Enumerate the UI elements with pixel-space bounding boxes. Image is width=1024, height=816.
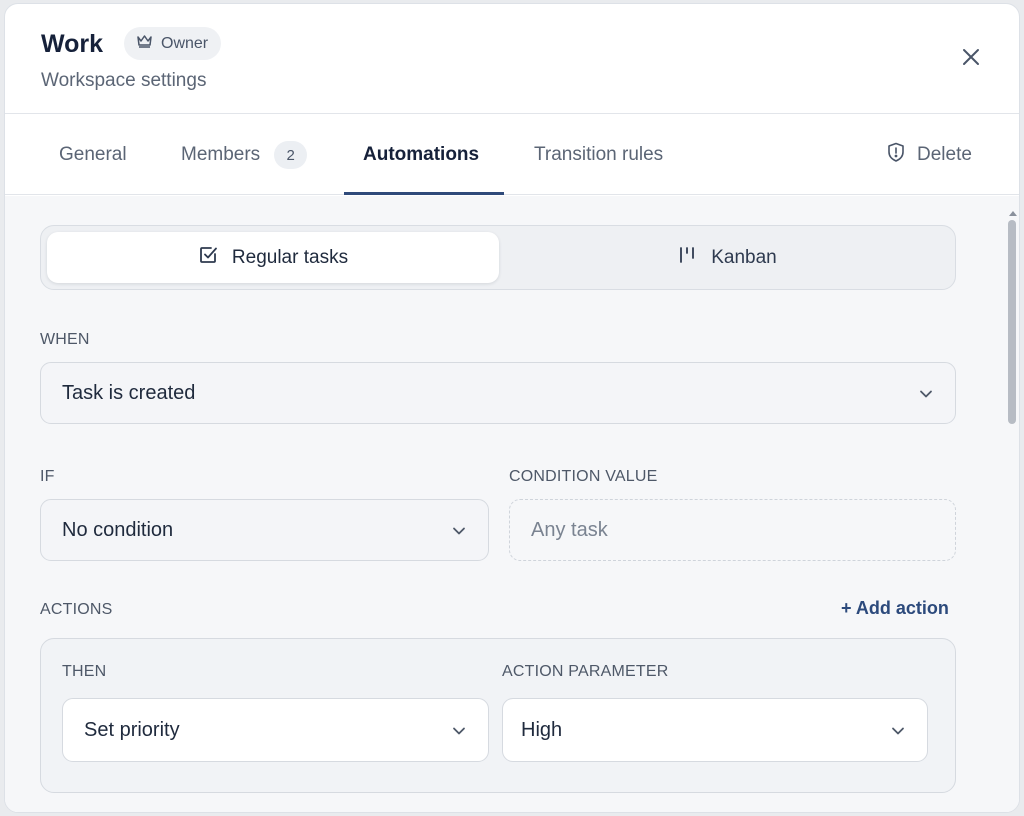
tab-general[interactable]: General — [59, 115, 127, 195]
close-button[interactable] — [953, 41, 989, 77]
condition-value-placeholder: Any task — [531, 518, 608, 541]
tab-members-label: Members — [181, 144, 261, 165]
scrollbar[interactable] — [1005, 196, 1019, 812]
kanban-label: Kanban — [711, 246, 777, 268]
owner-badge: Owner — [124, 27, 222, 60]
kanban-icon — [677, 245, 697, 271]
delete-button[interactable]: Delete — [887, 115, 972, 195]
if-label: IF — [40, 468, 55, 485]
workspace-title: Work — [41, 30, 104, 58]
action-parameter-value: High — [521, 718, 563, 741]
action-parameter-select[interactable]: High — [502, 698, 928, 762]
chevron-down-icon — [891, 719, 905, 742]
action-card: THEN Set priority ACTION PARAMETER High — [40, 638, 956, 793]
chevron-down-icon — [452, 719, 466, 742]
shield-icon — [887, 142, 905, 169]
then-value: Set priority — [84, 718, 180, 741]
members-count-badge: 2 — [274, 141, 308, 169]
when-select[interactable]: Task is created — [40, 362, 956, 424]
actions-label: ACTIONS — [40, 601, 113, 618]
automations-panel: Regular tasks Kanban WHEN Task is create… — [5, 196, 1019, 812]
crown-icon — [136, 34, 153, 53]
close-icon — [962, 48, 980, 71]
tab-general-label: General — [59, 144, 127, 165]
when-label: WHEN — [40, 331, 90, 348]
active-tab-indicator — [344, 192, 504, 195]
then-label: THEN — [62, 663, 107, 680]
task-type-switch: Regular tasks Kanban — [40, 225, 956, 290]
tab-transition-rules-label: Transition rules — [534, 144, 664, 165]
action-parameter-label: ACTION PARAMETER — [502, 663, 669, 680]
add-action-button[interactable]: + Add action — [841, 598, 949, 619]
scrollbar-thumb[interactable] — [1008, 220, 1016, 424]
tab-transition-rules[interactable]: Transition rules — [534, 115, 663, 195]
then-select[interactable]: Set priority — [62, 698, 489, 762]
condition-value-input[interactable]: Any task — [509, 499, 956, 561]
modal-header: Work Owner Workspace settings — [5, 4, 1019, 114]
kanban-option[interactable]: Kanban — [501, 232, 953, 283]
chevron-down-icon — [452, 519, 466, 542]
tab-automations-label: Automations — [363, 144, 480, 165]
settings-tabs: General Members 2 Automations Transition… — [5, 115, 1019, 195]
tab-automations[interactable]: Automations — [363, 115, 479, 195]
if-value: No condition — [62, 518, 174, 541]
tab-members[interactable]: Members 2 — [181, 115, 308, 195]
workspace-settings-modal: Work Owner Workspace settings General Me… — [4, 3, 1020, 813]
regular-tasks-option[interactable]: Regular tasks — [47, 232, 499, 283]
if-select[interactable]: No condition — [40, 499, 489, 561]
checkbox-icon — [198, 245, 218, 271]
condition-value-label: CONDITION VALUE — [509, 468, 658, 485]
regular-tasks-label: Regular tasks — [231, 246, 349, 268]
when-value: Task is created — [62, 381, 196, 404]
owner-label: Owner — [161, 34, 209, 52]
chevron-down-icon — [919, 382, 933, 405]
modal-subtitle: Workspace settings — [41, 70, 207, 91]
delete-label: Delete — [917, 144, 972, 165]
